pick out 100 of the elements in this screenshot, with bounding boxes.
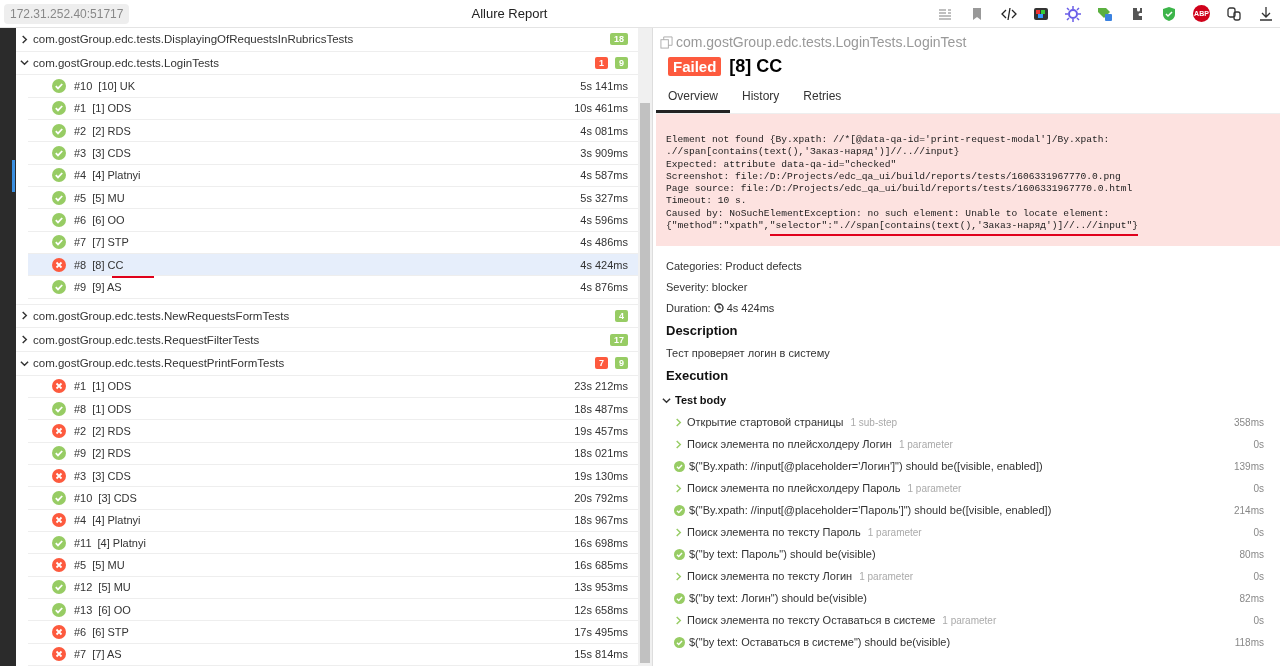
step-text: Поиск элемента по тексту Логин	[687, 570, 853, 583]
suite-name: com.gostGroup.edc.tests.RequestPrintFormTests	[33, 357, 286, 370]
tab[interactable]: Retries	[791, 85, 854, 113]
step-row[interactable]: $("by text: Пароль") should be(visible) 80ms	[662, 543, 1274, 566]
test-name: [6] OO	[92, 214, 125, 226]
test-name: [5] MU	[92, 559, 125, 571]
test-row[interactable]: #4 [4] Platnyi 18s 967ms	[28, 509, 638, 532]
cross-circle-icon	[52, 647, 66, 662]
test-row[interactable]: #6 [6] OO 4s 596ms	[28, 209, 638, 232]
chevron-right-icon	[674, 615, 683, 625]
test-name: [3] CDS	[92, 469, 131, 482]
check-circle-icon	[674, 592, 685, 604]
suite-row[interactable]: com.gostGroup.edc.tests.DisplayingOfRequestsInRubricsTests 18	[16, 28, 638, 52]
check-circle-icon	[674, 504, 685, 516]
error-line: Screenshot: file:/D:/Projects/edc_qa_ui/build/reports/tests/1606331967770.0.png	[666, 170, 1122, 184]
test-duration: 4s 587ms	[580, 169, 628, 182]
cross-circle-icon	[52, 423, 66, 438]
test-duration: 4s 596ms	[580, 214, 628, 226]
tab[interactable]: History	[730, 85, 792, 113]
step-duration: 80ms	[1239, 548, 1265, 560]
test-name: [6] OO	[98, 603, 131, 616]
tag-icon[interactable]	[1097, 5, 1113, 22]
test-row[interactable]: #2 [2] RDS 19s 457ms	[28, 420, 638, 443]
keys-icon[interactable]	[1226, 5, 1242, 22]
step-row[interactable]: Поиск элемента по тексту Пароль 1 parameter 0s	[662, 521, 1274, 544]
test-row[interactable]: #2 [2] RDS 4s 081ms	[28, 119, 638, 143]
check-circle-icon	[52, 235, 66, 250]
test-row[interactable]: #1 [1] ODS 10s 461ms	[28, 97, 638, 120]
suite-row[interactable]: com.gostGroup.edc.tests.RequestFilterTests 17	[16, 328, 638, 352]
test-title: [8] CC	[729, 56, 783, 77]
test-duration: 3s 909ms	[580, 147, 628, 159]
passed-count: 9	[615, 357, 628, 370]
test-number: #5	[74, 559, 87, 571]
step-row[interactable]: $("By.xpath: //input[@placeholder='Пароль']") should be([visible, enabled]) 214ms	[662, 499, 1274, 522]
test-number: #2	[74, 124, 87, 137]
test-name: [8] CC	[92, 258, 124, 271]
step-row[interactable]: Поиск элемента по плейсхолдеру Логин 1 parameter 0s	[662, 433, 1274, 456]
check-circle-icon	[52, 602, 66, 617]
step-duration: 0s	[1253, 570, 1265, 582]
error-line: Element not found {By.xpath: //*[@data-qa-id='print-request-modal']/By.xpath:	[666, 134, 1111, 147]
test-body-header[interactable]: Test body	[662, 389, 1274, 412]
chevron-down-icon	[20, 358, 29, 368]
step-duration: 0s	[1253, 438, 1265, 450]
check-circle-icon	[52, 280, 66, 295]
test-row[interactable]: #9 [9] AS 4s 876ms	[28, 276, 638, 299]
test-row[interactable]: #7 [7] AS 15s 814ms	[28, 643, 638, 666]
suite-row[interactable]: com.gostGroup.edc.tests.RequestPrintFormTests 7 9	[16, 351, 638, 376]
test-name: [4] Platnyi	[92, 169, 141, 182]
test-row[interactable]: #12 [5] MU 13s 953ms	[28, 576, 638, 599]
test-name: [2] RDS	[92, 424, 131, 437]
check-circle-icon	[52, 490, 66, 505]
passed-count: 17	[610, 333, 628, 346]
step-row[interactable]: $("by text: Логин") should be(visible) 82ms	[662, 587, 1274, 610]
color-grid-icon[interactable]	[1033, 5, 1049, 22]
code-icon[interactable]	[1001, 5, 1017, 22]
test-row[interactable]: #11 [4] Platnyi 16s 698ms	[28, 531, 638, 555]
step-meta: 1 parameter	[942, 614, 997, 626]
passed-count: 4	[615, 309, 628, 322]
passed-count: 18	[610, 33, 628, 46]
suite-row[interactable]: com.gostGroup.edc.tests.LoginTests 1 9	[16, 51, 638, 76]
test-row[interactable]: #5 [5] MU 5s 327ms	[28, 187, 638, 210]
step-meta: 1 parameter	[859, 570, 914, 582]
step-duration: 82ms	[1239, 592, 1265, 604]
test-number: #4	[74, 169, 87, 182]
test-number: #1	[74, 102, 87, 115]
step-row[interactable]: $("by text: Оставаться в системе") should be(visible) 118ms	[662, 631, 1274, 654]
suite-row[interactable]: com.gostGroup.edc.tests.NewRequestsFormTests 4	[16, 304, 638, 329]
check-circle-icon	[52, 401, 66, 416]
step-row[interactable]: Поиск элемента по тексту Логин 1 parameter 0s	[662, 565, 1274, 588]
scrollbar-thumb[interactable]	[640, 103, 650, 663]
step-text: Поиск элемента по тексту Пароль	[687, 526, 861, 539]
failed-count: 1	[594, 56, 608, 69]
test-row[interactable]: #1 [1] ODS 23s 212ms	[28, 375, 638, 398]
step-text: $("by text: Оставаться в системе") should be(visible)	[689, 636, 951, 649]
download-icon[interactable]	[1258, 5, 1274, 22]
step-row[interactable]: Поиск элемента по тексту Оставаться в системе 1 parameter 0s	[662, 609, 1274, 632]
test-row[interactable]: #6 [6] STP 17s 495ms	[28, 621, 638, 644]
step-text: $("by text: Логин") should be(visible)	[689, 592, 867, 605]
test-row[interactable]: #5 [5] MU 16s 685ms	[28, 554, 638, 577]
test-row[interactable]: #8 [8] CC 4s 424ms	[28, 254, 638, 277]
suite-name: com.gostGroup.edc.tests.NewRequestsFormTests	[33, 309, 291, 322]
error-line: Caused by: NoSuchElementException: no such element: Unable to locate element:	[666, 207, 1111, 221]
step-row[interactable]: Поиск элемента по плейсхолдеру Пароль 1 parameter 0s	[662, 477, 1274, 500]
test-row[interactable]: #3 [3] CDS 19s 130ms	[28, 464, 638, 488]
test-row[interactable]: #3 [3] CDS 3s 909ms	[28, 142, 638, 165]
test-row[interactable]: #13 [6] OO 12s 658ms	[28, 599, 638, 622]
test-row[interactable]: #8 [1] ODS 18s 487ms	[28, 397, 638, 421]
chevron-right-icon	[674, 483, 683, 493]
test-row[interactable]: #4 [4] Platnyi 4s 587ms	[28, 164, 638, 187]
sun-icon[interactable]	[1065, 5, 1081, 22]
test-number: #8	[74, 402, 87, 415]
step-row[interactable]: Открытие стартовой страницы 1 sub-step 358ms	[662, 411, 1274, 434]
test-name: [10] UK	[98, 79, 136, 92]
shield-icon[interactable]	[1161, 5, 1177, 22]
test-number: #7	[74, 236, 87, 249]
test-row[interactable]: #9 [2] RDS 18s 021ms	[28, 442, 638, 465]
test-row[interactable]: #10 [3] CDS 20s 792ms	[28, 487, 638, 510]
test-row[interactable]: #10 [10] UK 5s 141ms	[28, 75, 638, 98]
check-circle-icon	[52, 146, 66, 160]
step-row[interactable]: $("By.xpath: //input[@placeholder='Логин']") should be([visible, enabled]) 139ms	[662, 455, 1274, 478]
